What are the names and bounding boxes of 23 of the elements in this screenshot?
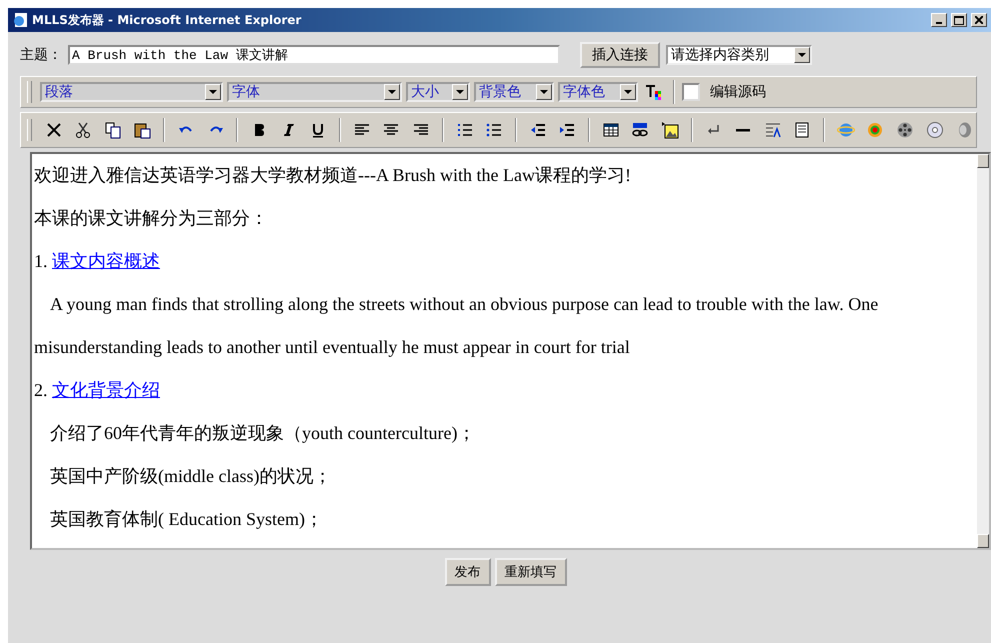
format-dropdown[interactable]: 字体 [227,82,402,102]
insert-link-button[interactable]: 插入连接 [580,42,660,68]
edit-source-label: 编辑源码 [710,83,766,101]
paragraph: 欢迎进入雅信达英语学习器大学教材频道---A Brush with the Law课程的学习! [34,164,632,187]
section-link[interactable]: 文化背景介绍 [52,380,160,400]
format-dropdown[interactable]: 背景色 [474,82,554,102]
paragraph: 本课的课文讲解分为三部分： [34,207,269,230]
section-number: 1. [34,251,48,271]
window-title: MLLS发布器 - Microsoft Internet Explorer [32,12,302,28]
category-dropdown[interactable]: 请选择内容类别 [666,45,812,65]
paragraph: A young man finds that strolling along the streets without an obvious purpose can lead to trouble with the law. One misunderstanding leads to another until eventually he must appear in court for trial [34,293,880,359]
form-button[interactable]: 发布 [444,558,490,586]
paragraph: 介绍了60年代青年的叛逆现象（youth counterculture)； [49,422,476,445]
format-dropdown[interactable]: 段落 [40,82,223,102]
format-dropdown[interactable]: 字体色 [558,82,638,102]
section-link[interactable]: 课文内容概述 [52,251,160,271]
paragraph: 英国教育体制( Education System)； [49,508,324,531]
subject-label: 主题： [20,46,62,64]
form-button[interactable]: 重新填写 [494,558,566,586]
subject-field[interactable]: A Brush with the Law 课文讲解 [68,45,560,65]
format-dropdown[interactable]: 大小 [406,82,470,102]
section-number: 2. [34,380,48,400]
paragraph: 英国中产阶级(middle class)的状况； [49,465,332,488]
